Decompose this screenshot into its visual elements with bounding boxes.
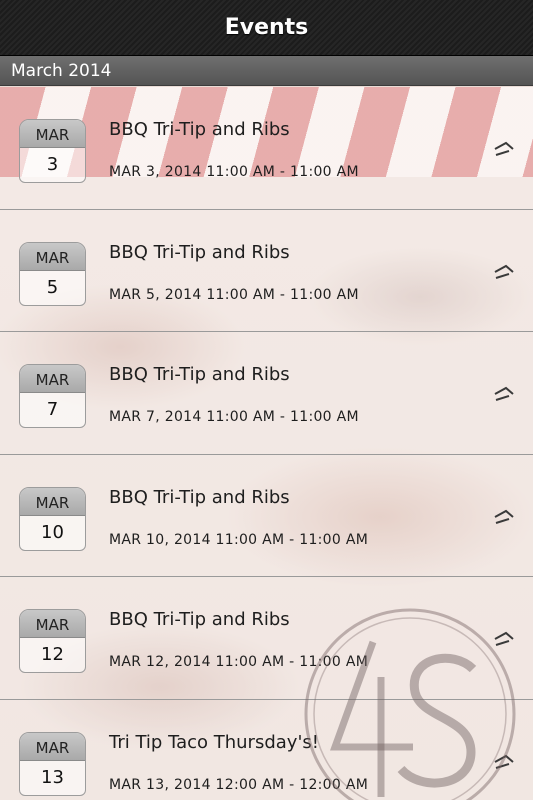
- chevron-right-icon: [494, 386, 514, 401]
- calendar-day: 13: [41, 766, 64, 788]
- event-title: BBQ Tri-Tip and Ribs: [109, 119, 290, 140]
- calendar-date-icon: MAR 12: [19, 609, 86, 673]
- events-list: MAR 3 BBQ Tri-Tip and Ribs MAR 3, 2014 1…: [0, 87, 533, 800]
- calendar-month: MAR: [20, 242, 85, 271]
- event-row[interactable]: MAR 10 BBQ Tri-Tip and Ribs MAR 10, 2014…: [0, 454, 533, 577]
- event-title: BBQ Tri-Tip and Ribs: [109, 486, 290, 508]
- calendar-month: MAR: [20, 365, 85, 393]
- event-row[interactable]: MAR 5 BBQ Tri-Tip and Ribs MAR 5, 2014 1…: [0, 209, 533, 332]
- calendar-date-icon: MAR 13: [19, 731, 86, 796]
- event-row[interactable]: MAR 7 BBQ Tri-Tip and Ribs MAR 7, 2014 1…: [0, 332, 533, 455]
- event-datetime: MAR 13, 2014 12:00 AM - 12:00 AM: [109, 776, 369, 793]
- calendar-day: 12: [41, 644, 64, 665]
- calendar-date-icon: MAR 5: [19, 241, 86, 306]
- event-datetime: MAR 5, 2014 11:00 AM - 11:00 AM: [109, 286, 359, 303]
- event-datetime: MAR 3, 2014 11:00 AM - 11:00 AM: [109, 164, 359, 180]
- event-row[interactable]: MAR 12 BBQ Tri-Tip and Ribs MAR 12, 2014…: [0, 577, 533, 700]
- event-title: Tri Tip Taco Thursday's!: [109, 731, 319, 753]
- event-row[interactable]: MAR 3 BBQ Tri-Tip and Ribs MAR 3, 2014 1…: [0, 87, 533, 210]
- event-title: BBQ Tri-Tip and Ribs: [109, 364, 290, 385]
- calendar-day: 7: [46, 399, 59, 420]
- event-title: BBQ Tri-Tip and Ribs: [109, 241, 290, 263]
- event-datetime: MAR 7, 2014 11:00 AM - 11:00 AM: [109, 409, 359, 425]
- chevron-right-icon: [494, 141, 514, 156]
- calendar-day: 5: [46, 276, 59, 298]
- calendar-date-icon: MAR 7: [19, 364, 86, 428]
- calendar-month: MAR: [20, 487, 85, 516]
- calendar-month: MAR: [20, 120, 85, 148]
- event-datetime: MAR 12, 2014 11:00 AM - 11:00 AM: [109, 654, 369, 670]
- event-title: BBQ Tri-Tip and Ribs: [109, 609, 290, 630]
- event-row[interactable]: MAR 13 Tri Tip Taco Thursday's! MAR 13, …: [0, 699, 533, 800]
- calendar-date-icon: MAR 10: [19, 486, 86, 551]
- calendar-day: 3: [46, 154, 59, 175]
- calendar-day: 10: [41, 521, 64, 543]
- page-title: Events: [224, 15, 309, 40]
- calendar-date-icon: MAR 3: [19, 119, 86, 183]
- calendar-month: MAR: [20, 610, 85, 638]
- chevron-right-icon: [494, 509, 514, 524]
- top-bar: Events: [0, 0, 533, 56]
- chevron-right-icon: [494, 754, 514, 769]
- section-header-month: March 2014: [0, 56, 533, 86]
- event-datetime: MAR 10, 2014 11:00 AM - 11:00 AM: [109, 531, 369, 548]
- calendar-month: MAR: [20, 732, 85, 761]
- chevron-right-icon: [494, 631, 514, 646]
- chevron-right-icon: [494, 264, 514, 279]
